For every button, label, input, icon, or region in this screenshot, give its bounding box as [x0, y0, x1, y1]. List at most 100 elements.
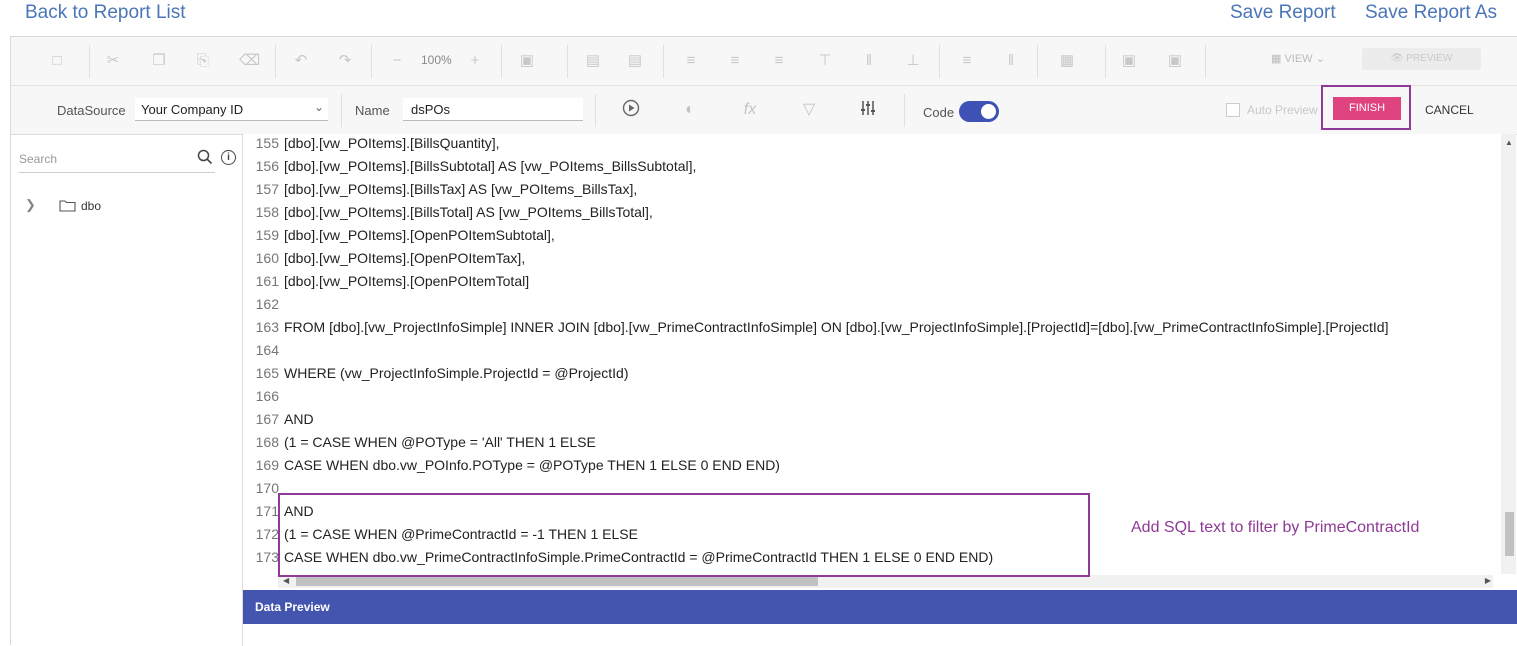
- preview-button[interactable]: 👁 PREVIEW: [1362, 48, 1481, 70]
- code-text: [dbo].[vw_POItems].[BillsSubtotal] AS [v…: [284, 158, 697, 174]
- layer-dropdown-icon[interactable]: ▣: [517, 51, 537, 71]
- datasource-label: DataSource: [57, 103, 126, 118]
- code-text: [dbo].[vw_POItems].[BillsTotal] AS [vw_P…: [284, 204, 653, 220]
- auto-preview-checkbox[interactable]: [1226, 103, 1240, 117]
- code-text: FROM [dbo].[vw_ProjectInfoSimple] INNER …: [284, 319, 1389, 335]
- line-number: 155: [255, 135, 279, 151]
- run-icon[interactable]: [620, 99, 642, 121]
- search-input[interactable]: [19, 149, 179, 169]
- delete-icon[interactable]: ⌫: [239, 51, 260, 71]
- code-line[interactable]: 168 (1 = CASE WHEN @POType = 'All' THEN 1…: [243, 434, 1503, 457]
- toolbar-divider: [341, 94, 342, 127]
- top-links: Back to Report List Save Report Save Rep…: [0, 0, 1517, 36]
- filter-icon[interactable]: ▽: [798, 99, 820, 121]
- distribute-horizontal-icon[interactable]: ≡: [957, 51, 977, 71]
- save-report-link[interactable]: Save Report: [1230, 2, 1336, 24]
- code-line[interactable]: 161 [dbo].[vw_POItems].[OpenPOItemTotal]: [243, 273, 1503, 296]
- code-line[interactable]: 165 WHERE (vw_ProjectInfoSimple.ProjectId…: [243, 365, 1503, 388]
- settings-sliders-icon[interactable]: [857, 99, 879, 121]
- code-line[interactable]: 160 [dbo].[vw_POItems].[OpenPOItemTax],: [243, 250, 1503, 273]
- line-number: 173: [255, 549, 279, 565]
- code-toggle[interactable]: [959, 101, 999, 122]
- info-icon[interactable]: i: [221, 150, 236, 165]
- function-icon[interactable]: fx: [739, 99, 761, 121]
- copy-icon[interactable]: ❐: [149, 51, 169, 71]
- join-icon[interactable]: ◐: [679, 99, 701, 121]
- new-file-icon[interactable]: □: [47, 51, 67, 71]
- group-icon[interactable]: ▣: [1119, 51, 1139, 71]
- code-text: AND: [284, 411, 314, 427]
- toolbar-divider: [595, 94, 596, 127]
- scroll-up-icon[interactable]: ▲: [1505, 138, 1513, 147]
- zoom-out-icon[interactable]: −: [387, 51, 407, 71]
- code-text: [dbo].[vw_POItems].[OpenPOItemSubtotal],: [284, 227, 555, 243]
- code-line[interactable]: 166: [243, 388, 1503, 411]
- align-middle-icon[interactable]: ‖: [859, 51, 879, 71]
- code-text: WHERE (vw_ProjectInfoSimple.ProjectId = …: [284, 365, 629, 381]
- line-number: 160: [255, 250, 279, 266]
- folder-icon: [59, 199, 76, 212]
- send-back-icon[interactable]: ▤: [625, 51, 645, 71]
- annotation-text: Add SQL text to filter by PrimeContractI…: [1131, 519, 1420, 536]
- horizontal-scroll-thumb[interactable]: [296, 577, 818, 586]
- code-line[interactable]: 159 [dbo].[vw_POItems].[OpenPOItemSubtota…: [243, 227, 1503, 250]
- code-line[interactable]: 169 CASE WHEN dbo.vw_POInfo.POType = @POT…: [243, 457, 1503, 480]
- code-line[interactable]: 164: [243, 342, 1503, 365]
- code-line[interactable]: 163 FROM [dbo].[vw_ProjectInfoSimple] INN…: [243, 319, 1503, 342]
- code-line[interactable]: 157 [dbo].[vw_POItems].[BillsTax] AS [vw_…: [243, 181, 1503, 204]
- toolbar-divider: [371, 45, 372, 78]
- code-line[interactable]: 167 AND: [243, 411, 1503, 434]
- code-text: [dbo].[vw_POItems].[BillsTax] AS [vw_POI…: [284, 181, 638, 197]
- scroll-left-icon[interactable]: ◀: [283, 576, 289, 585]
- align-left-icon[interactable]: ≡: [681, 51, 701, 71]
- toolbar-divider: [939, 45, 940, 78]
- line-number: 171: [255, 503, 279, 519]
- dataset-name-input[interactable]: [403, 98, 583, 121]
- code-line[interactable]: 162: [243, 296, 1503, 319]
- code-label: Code: [923, 105, 955, 120]
- line-number: 158: [255, 204, 279, 220]
- finish-button[interactable]: FINISH: [1333, 97, 1401, 120]
- paste-icon[interactable]: ⎘: [193, 51, 213, 71]
- save-report-as-link[interactable]: Save Report As: [1365, 2, 1497, 24]
- code-line[interactable]: 155 [dbo].[vw_POItems].[BillsQuantity],: [243, 135, 1503, 158]
- toolbar-divider: [89, 45, 90, 78]
- search-icon[interactable]: [197, 149, 213, 165]
- cancel-button[interactable]: CANCEL: [1425, 103, 1474, 117]
- back-to-report-list-link[interactable]: Back to Report List: [25, 2, 186, 24]
- align-bottom-icon[interactable]: ⊥: [903, 51, 923, 71]
- toolbar-divider: [501, 45, 502, 78]
- line-number: 165: [255, 365, 279, 381]
- align-top-icon[interactable]: ⊤: [815, 51, 835, 71]
- line-number: 166: [255, 388, 279, 404]
- line-number: 156: [255, 158, 279, 174]
- vertical-scroll-thumb[interactable]: [1505, 512, 1514, 556]
- code-line[interactable]: 156 [dbo].[vw_POItems].[BillsSubtotal] AS…: [243, 158, 1503, 181]
- search-box: [19, 145, 215, 173]
- data-preview-header[interactable]: Data Preview: [243, 590, 1517, 624]
- cut-icon[interactable]: ✂: [103, 51, 123, 71]
- code-text: [dbo].[vw_POItems].[OpenPOItemTotal]: [284, 273, 530, 289]
- view-dropdown-button[interactable]: ▦ VIEW ⌄: [1271, 52, 1325, 65]
- ungroup-icon[interactable]: ▣: [1165, 51, 1185, 71]
- bring-front-icon[interactable]: ▤: [583, 51, 603, 71]
- datasource-select[interactable]: Your Company ID ⌄: [135, 98, 328, 121]
- align-right-icon[interactable]: ≡: [769, 51, 789, 71]
- align-center-icon[interactable]: ≡: [725, 51, 745, 71]
- editor-vertical-scrollbar[interactable]: ▲: [1501, 134, 1516, 574]
- chevron-right-icon[interactable]: ❯: [25, 197, 36, 213]
- code-text: [dbo].[vw_POItems].[OpenPOItemTax],: [284, 250, 526, 266]
- code-line[interactable]: 158 [dbo].[vw_POItems].[BillsTotal] AS [v…: [243, 204, 1503, 227]
- line-number: 169: [255, 457, 279, 473]
- undo-icon[interactable]: ↶: [291, 51, 311, 71]
- redo-icon[interactable]: ↷: [335, 51, 355, 71]
- scroll-right-icon[interactable]: ▶: [1485, 576, 1491, 585]
- distribute-vertical-icon[interactable]: ‖: [1001, 51, 1021, 71]
- zoom-in-icon[interactable]: +: [465, 51, 485, 71]
- tree-item-dbo[interactable]: ❯ dbo: [23, 195, 223, 217]
- query-toolbar: DataSource Your Company ID ⌄ Name ◐ fx ▽…: [11, 85, 1517, 135]
- line-number: 167: [255, 411, 279, 427]
- line-number: 157: [255, 181, 279, 197]
- grid-dropdown-icon[interactable]: ▦: [1057, 51, 1077, 71]
- toolbar-divider: [567, 45, 568, 78]
